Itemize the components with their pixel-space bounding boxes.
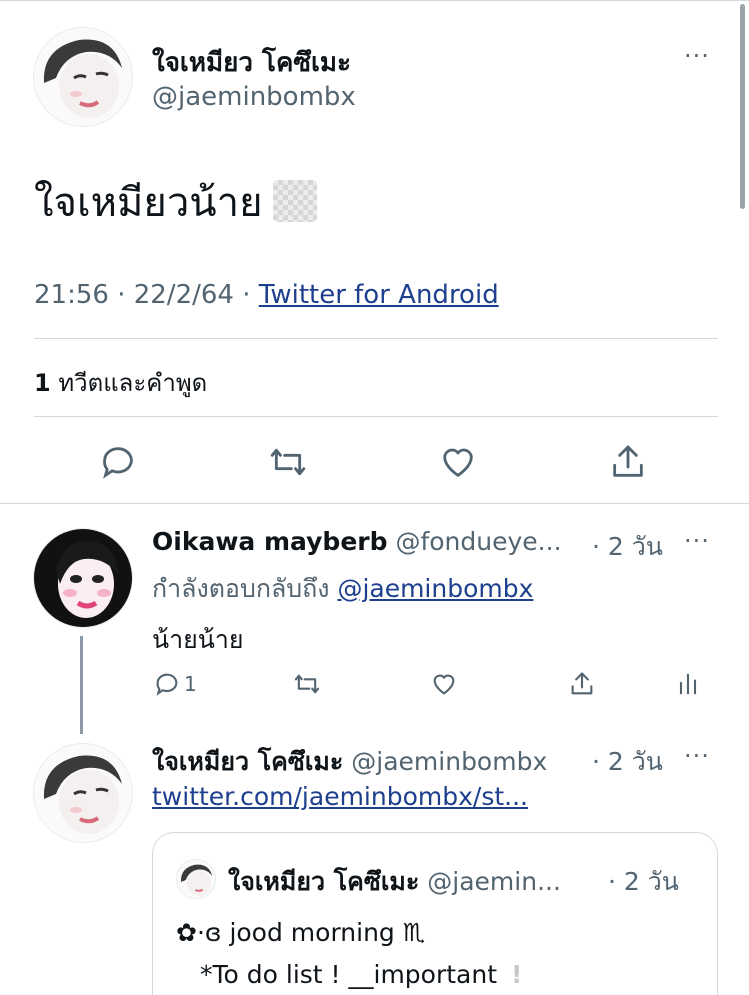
reply-icon[interactable] [98,442,138,482]
like-icon[interactable] [430,670,458,698]
quote-tweets-label: ทวีตและคำพูด [50,369,208,397]
quoted-text-line-2-content: *To do list ! __important [200,960,498,989]
avatar-face-icon [34,28,132,126]
tweet-meta: 21:56 · 22/2/64 · Twitter for Android [34,280,499,310]
quoted-header: ใจเหมียว โคซึเมะ @jaemin... [228,862,561,902]
tweet-link[interactable]: twitter.com/jaeminbombx/st... [152,782,528,811]
more-options-icon[interactable]: ··· [684,742,710,770]
self-reply-author-name[interactable]: ใจเหมียว โคซึเมะ [152,747,343,776]
top-border [0,0,749,1]
thread-connector-line [80,636,83,734]
reply-count: 1 [184,672,197,696]
replying-to: กำลังตอบกลับถึง @jaeminbombx [152,569,533,609]
scrollbar[interactable] [740,4,745,209]
self-reply-author-avatar[interactable] [33,743,133,843]
analytics-icon[interactable] [674,670,702,698]
reply-author-handle[interactable]: @fondueye... [388,527,561,556]
divider [34,338,718,339]
avatar-face-icon [177,860,215,898]
self-reply-author-handle[interactable]: @jaeminbombx [343,747,547,776]
tweet-timestamp: 21:56 · 22/2/64 · [34,280,259,310]
retweet-icon[interactable] [268,442,308,482]
replying-to-handle-link[interactable]: @jaeminbombx [337,574,533,603]
reply-icon[interactable] [153,670,181,698]
quoted-author-avatar [176,859,216,899]
emoji-image-icon [272,180,317,222]
quote-tweets-count: 1 [34,369,51,397]
avatar-face-icon [34,529,132,627]
reply-author-avatar[interactable] [33,528,133,628]
quoted-author-name: ใจเหมียว โคซึเมะ [228,867,420,896]
avatar-face-icon [34,744,132,842]
share-icon[interactable] [568,670,596,698]
self-reply-header[interactable]: ใจเหมียว โคซึเมะ @jaeminbombx [152,742,547,782]
reply-header[interactable]: Oikawa mayberb @fondueye... [152,527,562,556]
author-avatar[interactable] [33,27,133,127]
more-options-icon[interactable]: ··· [684,42,710,70]
more-options-icon[interactable]: ··· [684,527,710,555]
exclamation-icon: ! [511,960,523,989]
reply-text: น้ายน้าย [152,625,244,654]
reply-time[interactable]: · 2 วัน [592,527,663,567]
tweet-source-link[interactable]: Twitter for Android [259,280,499,310]
quote-tweets-stat[interactable]: 1 ทวีตและคำพูด [34,363,207,402]
tweet-text-content: ใจเหมียวน้าย [34,180,263,226]
like-icon[interactable] [438,442,478,482]
self-reply-time[interactable]: · 2 วัน [592,742,663,782]
quoted-text-line-1: ✿·ɞ jood morning ♏ [176,918,426,947]
reply-author-name[interactable]: Oikawa mayberb [152,527,388,556]
replying-to-label: กำลังตอบกลับถึง [152,574,338,603]
divider [34,416,718,417]
divider [0,503,749,504]
tweet-text: ใจเหมียวน้าย [34,170,317,234]
quoted-time: · 2 วัน [608,867,679,896]
quoted-author-handle: @jaemin... [419,867,561,896]
quoted-text-line-2: *To do list ! __important! [200,960,522,989]
author-name[interactable]: ใจเหมียว โคซึเมะ [152,42,351,83]
retweet-icon[interactable] [293,670,321,698]
author-handle[interactable]: @jaeminbombx [152,82,356,112]
share-icon[interactable] [608,442,648,482]
